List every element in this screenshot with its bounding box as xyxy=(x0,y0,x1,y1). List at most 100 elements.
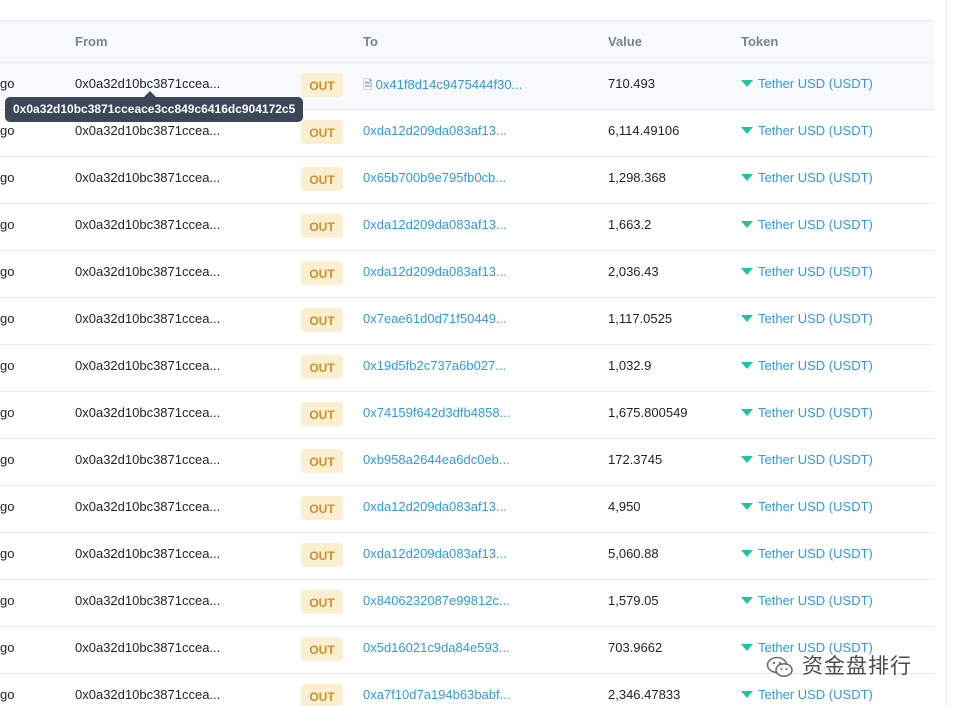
to-address-text: 0xda12d209da083af13... xyxy=(363,217,507,232)
to-address-text: 0x41f8d14c9475444f30... xyxy=(375,77,523,92)
tether-token-icon xyxy=(741,174,753,182)
token-link[interactable]: Tether USD (USDT) xyxy=(741,217,873,232)
age-cell: go xyxy=(0,405,15,420)
from-address[interactable]: 0x0a32d10bc3871ccea... xyxy=(75,405,220,420)
from-address[interactable]: 0x0a32d10bc3871ccea... xyxy=(75,687,220,702)
address-tooltip: 0x0a32d10bc3871cceace3cc849c6416dc904172… xyxy=(5,91,304,122)
to-address-text: 0x74159f642d3dfb4858... xyxy=(363,405,511,420)
to-address-link[interactable]: 0x19d5fb2c737a6b027... xyxy=(363,358,506,373)
table-row: go 0x0a32d10bc3871ccea... OUT 0x8406232087e… xyxy=(0,580,934,627)
to-address-text: 0x19d5fb2c737a6b027... xyxy=(363,358,507,373)
token-link[interactable]: Tether USD (USDT) xyxy=(741,687,873,702)
to-address-link[interactable]: 0x7eae61d0d71f50449... xyxy=(363,311,507,326)
token-name: Tether USD (USDT) xyxy=(758,311,873,326)
to-address-link[interactable]: 0xa7f10d7a194b63babf... xyxy=(363,687,510,702)
table-row: go 0x0a32d10bc3871ccea... OUT 0x7eae61d0d71… xyxy=(0,298,934,345)
age-cell: go xyxy=(0,217,15,232)
to-address-text: 0x8406232087e99812c... xyxy=(363,593,510,608)
direction-badge: OUT xyxy=(301,167,343,191)
to-address-text: 0xb958a2644ea6dc0eb... xyxy=(363,452,510,467)
value-cell: 1,663.2 xyxy=(608,217,652,232)
to-address-text: 0xda12d209da083af13... xyxy=(363,123,507,138)
token-name: Tether USD (USDT) xyxy=(758,405,873,420)
value-cell: 5,060.88 xyxy=(608,546,659,561)
age-cell: go xyxy=(0,546,15,561)
to-address-link[interactable]: 0xda12d209da083af13... xyxy=(363,264,507,279)
token-link[interactable]: Tether USD (USDT) xyxy=(741,170,873,185)
from-address[interactable]: 0x0a32d10bc3871ccea... xyxy=(75,264,220,279)
to-address-link[interactable]: 0x74159f642d3dfb4858... xyxy=(363,405,510,420)
age-cell: go xyxy=(0,687,15,702)
tether-token-icon xyxy=(741,456,753,464)
token-transfers-table: From To Value Token go 0x0a32d10bc3871cce… xyxy=(0,20,934,706)
watermark: 资金盘排行 xyxy=(766,650,912,680)
from-address[interactable]: 0x0a32d10bc3871ccea... xyxy=(75,76,220,91)
to-address-link[interactable]: 0x8406232087e99812c... xyxy=(363,593,510,608)
token-name: Tether USD (USDT) xyxy=(758,170,873,185)
token-link[interactable]: Tether USD (USDT) xyxy=(741,452,873,467)
tether-token-icon xyxy=(741,644,753,652)
from-address[interactable]: 0x0a32d10bc3871ccea... xyxy=(75,217,220,232)
age-cell: go xyxy=(0,499,15,514)
table-row: go 0x0a32d10bc3871ccea... OUT 0xda12d209da0… xyxy=(0,204,934,251)
tether-token-icon xyxy=(741,691,753,699)
value-cell: 2,036.43 xyxy=(608,264,659,279)
to-address-link[interactable]: 0xda12d209da083af13... xyxy=(363,217,507,232)
token-link[interactable]: Tether USD (USDT) xyxy=(741,593,873,608)
to-address-link[interactable]: 🗎 0x41f8d14c9475444f30... xyxy=(363,76,522,97)
value-cell: 1,032.9 xyxy=(608,358,652,373)
age-cell: go xyxy=(0,452,15,467)
from-address[interactable]: 0x0a32d10bc3871ccea... xyxy=(75,546,220,561)
token-link[interactable]: Tether USD (USDT) xyxy=(741,405,873,420)
to-address-link[interactable]: 0xb958a2644ea6dc0eb... xyxy=(363,452,510,467)
age-cell: go xyxy=(0,311,15,326)
direction-badge: OUT xyxy=(301,449,343,473)
from-address[interactable]: 0x0a32d10bc3871ccea... xyxy=(75,452,220,467)
token-name: Tether USD (USDT) xyxy=(758,76,873,91)
to-address-link[interactable]: 0x65b700b9e795fb0cb... xyxy=(363,170,506,185)
tether-token-icon xyxy=(741,221,753,229)
value-cell: 1,298.368 xyxy=(608,170,666,185)
tether-token-icon xyxy=(741,503,753,511)
value-cell: 4,950 xyxy=(608,499,641,514)
from-address[interactable]: 0x0a32d10bc3871ccea... xyxy=(75,358,220,373)
to-address-link[interactable]: 0x5d16021c9da84e593... xyxy=(363,640,510,655)
age-cell: go xyxy=(0,170,15,185)
to-address-link[interactable]: 0xda12d209da083af13... xyxy=(363,499,507,514)
value-cell: 2,346.47833 xyxy=(608,687,681,702)
token-link[interactable]: Tether USD (USDT) xyxy=(741,76,873,91)
token-link[interactable]: Tether USD (USDT) xyxy=(741,546,873,561)
value-cell: 1,579.05 xyxy=(608,593,659,608)
header-from: From xyxy=(75,34,108,49)
token-link[interactable]: Tether USD (USDT) xyxy=(741,499,873,514)
from-address[interactable]: 0x0a32d10bc3871ccea... xyxy=(75,499,220,514)
token-link[interactable]: Tether USD (USDT) xyxy=(741,264,873,279)
value-cell: 6,114.49106 xyxy=(608,123,680,138)
from-address[interactable]: 0x0a32d10bc3871ccea... xyxy=(75,640,220,655)
from-address[interactable]: 0x0a32d10bc3871ccea... xyxy=(75,170,220,185)
direction-badge: OUT xyxy=(301,684,343,706)
direction-badge: OUT xyxy=(301,261,343,285)
value-cell: 1,675.800549 xyxy=(608,405,688,420)
token-link[interactable]: Tether USD (USDT) xyxy=(741,358,873,373)
tether-token-icon xyxy=(741,362,753,370)
contract-file-icon: 🗎 xyxy=(363,78,373,92)
to-address-link[interactable]: 0xda12d209da083af13... xyxy=(363,123,507,138)
from-address[interactable]: 0x0a32d10bc3871ccea... xyxy=(75,311,220,326)
direction-badge: OUT xyxy=(301,355,343,379)
tether-token-icon xyxy=(741,550,753,558)
direction-badge: OUT xyxy=(301,543,343,567)
tether-token-icon xyxy=(741,127,753,135)
table-header: From To Value Token xyxy=(0,20,934,63)
scrollbar[interactable] xyxy=(946,0,947,706)
to-address-text: 0x7eae61d0d71f50449... xyxy=(363,311,507,326)
token-link[interactable]: Tether USD (USDT) xyxy=(741,311,873,326)
token-link[interactable]: Tether USD (USDT) xyxy=(741,123,873,138)
from-address[interactable]: 0x0a32d10bc3871ccea... xyxy=(75,593,220,608)
tether-token-icon xyxy=(741,409,753,417)
to-address-text: 0x65b700b9e795fb0cb... xyxy=(363,170,507,185)
from-address[interactable]: 0x0a32d10bc3871ccea... xyxy=(75,123,220,138)
to-address-link[interactable]: 0xda12d209da083af13... xyxy=(363,546,507,561)
direction-badge: OUT xyxy=(301,73,343,97)
age-cell: go xyxy=(0,123,15,138)
